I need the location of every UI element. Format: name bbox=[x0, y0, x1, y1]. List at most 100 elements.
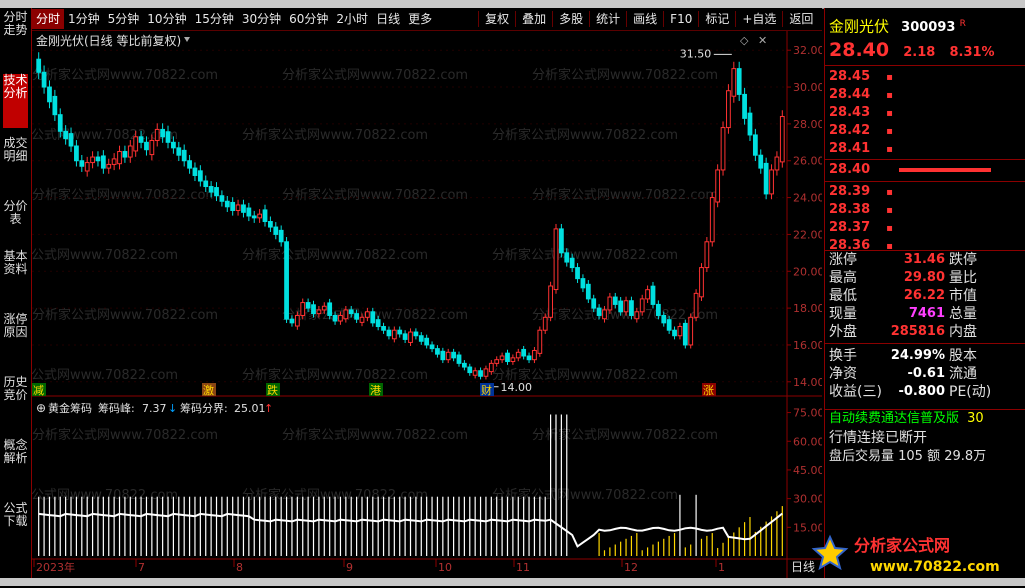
side-tab[interactable]: 涨停原因 bbox=[3, 313, 28, 367]
candle-body[interactable] bbox=[106, 163, 112, 169]
period-button[interactable]: 30分钟 bbox=[238, 9, 285, 29]
period-button[interactable]: 2小时 bbox=[332, 9, 372, 29]
candle-body[interactable] bbox=[219, 195, 225, 202]
ask-price[interactable]: 28.45 bbox=[829, 69, 870, 84]
candle-body[interactable] bbox=[645, 289, 650, 300]
side-tab[interactable]: 概念解析 bbox=[3, 439, 28, 493]
candle-body[interactable] bbox=[672, 329, 677, 337]
candle-body[interactable] bbox=[187, 160, 192, 169]
candle-body[interactable] bbox=[332, 314, 338, 322]
candle-body[interactable] bbox=[779, 116, 785, 163]
period-button[interactable]: 分时 bbox=[32, 9, 65, 29]
side-tab[interactable]: 成交明细 bbox=[3, 137, 28, 191]
candle-body[interactable] bbox=[397, 329, 403, 335]
ask-price[interactable]: 28.44 bbox=[829, 87, 870, 102]
period-button[interactable]: 10分钟 bbox=[143, 9, 190, 29]
candle-body[interactable] bbox=[424, 337, 430, 346]
ask-price[interactable]: 28.42 bbox=[829, 123, 870, 138]
candle-body[interactable] bbox=[197, 170, 203, 182]
diamond-icon[interactable]: ◇ bbox=[740, 34, 749, 47]
period-button[interactable]: 60分钟 bbox=[285, 9, 332, 29]
event-marker[interactable]: 涨 bbox=[703, 384, 714, 397]
candle-body[interactable] bbox=[52, 95, 58, 116]
candle-body[interactable] bbox=[505, 352, 510, 363]
bid-price[interactable]: 28.37 bbox=[829, 220, 870, 235]
candle-body[interactable] bbox=[36, 58, 42, 73]
ask-price[interactable]: 28.43 bbox=[829, 105, 870, 120]
candle-body[interactable] bbox=[682, 322, 688, 346]
candle-body[interactable] bbox=[257, 213, 263, 219]
candle-body[interactable] bbox=[774, 156, 780, 171]
candle-body[interactable] bbox=[154, 128, 160, 141]
renew-notice[interactable]: 自动续费通达信普及版 bbox=[829, 411, 959, 426]
candle-body[interactable] bbox=[585, 283, 591, 300]
candle-body[interactable] bbox=[731, 68, 737, 97]
candle-body[interactable] bbox=[488, 362, 494, 373]
candle-body[interactable] bbox=[499, 355, 505, 361]
candle-body[interactable] bbox=[47, 86, 52, 103]
candle-body[interactable] bbox=[268, 221, 273, 228]
candle-body[interactable] bbox=[596, 307, 602, 316]
candle-body[interactable] bbox=[133, 136, 139, 152]
candle-body[interactable] bbox=[149, 139, 155, 156]
tool-button[interactable]: 画线 bbox=[629, 9, 661, 29]
candle-body[interactable] bbox=[127, 145, 133, 158]
candle-body[interactable] bbox=[84, 162, 90, 172]
candle-body[interactable] bbox=[650, 285, 656, 305]
candle-body[interactable] bbox=[235, 204, 241, 211]
candle-body[interactable] bbox=[391, 329, 397, 340]
candle-body[interactable] bbox=[338, 314, 343, 322]
candle-body[interactable] bbox=[208, 186, 214, 193]
side-tab[interactable]: 分价表 bbox=[3, 200, 28, 241]
candle-body[interactable] bbox=[181, 149, 187, 162]
candle-body[interactable] bbox=[370, 311, 376, 324]
candle-body[interactable] bbox=[575, 267, 580, 280]
candle-body[interactable] bbox=[483, 368, 489, 377]
event-marker[interactable]: 减 bbox=[33, 384, 44, 397]
bid-price[interactable]: 28.39 bbox=[829, 184, 870, 199]
candle-body[interactable] bbox=[456, 354, 462, 364]
candle-body[interactable] bbox=[90, 156, 95, 164]
candle-body[interactable] bbox=[677, 326, 683, 337]
candle-body[interactable] bbox=[537, 329, 543, 354]
candle-body[interactable] bbox=[278, 229, 284, 243]
candle-body[interactable] bbox=[100, 155, 106, 169]
candle-body[interactable] bbox=[375, 319, 381, 328]
candle-body[interactable] bbox=[74, 145, 79, 162]
candle-body[interactable] bbox=[699, 267, 704, 298]
candle-body[interactable] bbox=[623, 300, 629, 313]
candle-body[interactable] bbox=[666, 319, 672, 331]
candle-body[interactable] bbox=[311, 304, 316, 315]
candle-body[interactable] bbox=[639, 298, 645, 313]
period-button[interactable]: 更多 bbox=[404, 9, 436, 29]
candle-body[interactable] bbox=[553, 228, 559, 291]
candle-body[interactable] bbox=[418, 335, 424, 342]
candle-body[interactable] bbox=[510, 357, 516, 363]
side-tab[interactable]: 历史竞价 bbox=[3, 376, 28, 430]
candle-body[interactable] bbox=[365, 311, 370, 318]
period-button[interactable]: 15分钟 bbox=[191, 9, 238, 29]
bid-price[interactable]: 28.38 bbox=[829, 202, 870, 217]
period-button[interactable]: 1分钟 bbox=[64, 9, 104, 29]
candle-body[interactable] bbox=[763, 162, 769, 195]
candle-body[interactable] bbox=[381, 326, 386, 331]
candle-body[interactable] bbox=[429, 344, 435, 350]
candle-body[interactable] bbox=[171, 141, 176, 149]
candle-body[interactable] bbox=[122, 151, 128, 158]
candle-body[interactable] bbox=[709, 197, 715, 243]
tool-button[interactable]: F10 bbox=[666, 9, 696, 29]
candle-body[interactable] bbox=[284, 241, 289, 320]
candle-body[interactable] bbox=[521, 348, 527, 357]
candle-body[interactable] bbox=[138, 136, 144, 143]
tool-button[interactable]: 复权 bbox=[481, 9, 513, 29]
candle-body[interactable] bbox=[117, 151, 122, 165]
candle-body[interactable] bbox=[440, 350, 446, 361]
close-icon[interactable]: ✕ bbox=[758, 34, 767, 47]
tool-button[interactable]: 标记 bbox=[701, 9, 733, 29]
candle-body[interactable] bbox=[494, 359, 500, 364]
candle-body[interactable] bbox=[327, 302, 333, 316]
period-button[interactable]: 日线 bbox=[372, 9, 404, 29]
candle-body[interactable] bbox=[693, 292, 699, 318]
side-tab[interactable]: 公式下载 bbox=[3, 502, 28, 556]
candle-body[interactable] bbox=[688, 316, 694, 346]
